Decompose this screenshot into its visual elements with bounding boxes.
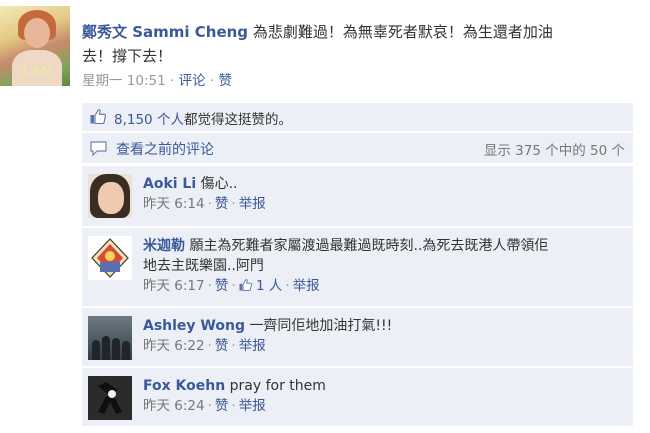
thumbs-up-icon — [90, 109, 106, 124]
comment-meta: 昨天 6:17 · 赞 · 1 人 · 举报 — [143, 276, 625, 296]
commenter-avatar[interactable] — [88, 376, 132, 420]
comment-like-link[interactable]: 赞 — [215, 196, 229, 212]
separator: · — [207, 398, 212, 414]
commenter-avatar[interactable] — [88, 236, 132, 280]
separator: · — [207, 196, 212, 212]
view-previous-comments-link[interactable]: 查看之前的评论 — [116, 139, 214, 159]
separator: · — [207, 338, 212, 354]
thumbs-up-icon — [239, 279, 252, 292]
separator: · — [231, 196, 236, 212]
comment-like-link[interactable]: 赞 — [215, 278, 229, 294]
post-text-line-2: 去！撐下去！ — [82, 47, 173, 65]
separator: · — [231, 338, 236, 354]
emblem-icon — [88, 236, 132, 280]
likes-summary: 8,150 个人都觉得这挺赞的。 — [82, 103, 633, 132]
comment-time[interactable]: 昨天 6:22 — [143, 338, 205, 354]
comment-report-link[interactable]: 举报 — [239, 338, 266, 354]
separator: · — [207, 278, 212, 294]
comment-item: Fox Koehn pray for them 昨天 6:24 · 赞 · 举报 — [82, 366, 633, 426]
comment-body: Aoki Li 傷心.. 昨天 6:14 · 赞 · 举报 — [143, 174, 625, 214]
post-meta: 星期一 10:51 · 评论 · 赞 — [82, 69, 232, 89]
commenter-name[interactable]: Aoki Li — [143, 176, 196, 192]
comment-like-link[interactable]: 赞 — [215, 338, 229, 354]
post-text-line-1: 鄭秀文 Sammi Cheng 為悲劇難過！為無辜死者默哀！為生還者加油 — [82, 20, 650, 44]
comment-meta: 昨天 6:22 · 赞 · 举报 — [143, 336, 625, 356]
avatar-face — [98, 182, 124, 214]
comment-link[interactable]: 评论 — [179, 73, 206, 89]
black-ribbon-icon — [88, 376, 132, 420]
comment-time[interactable]: 昨天 6:14 — [143, 196, 205, 212]
comment-text: 一齊同佢地加油打氣!!! — [249, 318, 393, 334]
post-time[interactable]: 星期一 10:51 — [82, 73, 166, 89]
comment-body: 米迦勒 願主為死難者家屬渡過最難過既時刻..為死去既港人帶領佢 地去主既樂園..… — [143, 236, 625, 296]
comment-bubble-icon — [90, 141, 107, 156]
comment-item: 米迦勒 願主為死難者家屬渡過最難過既時刻..為死去既港人帶領佢 地去主既樂園..… — [82, 226, 633, 306]
feedback-panel: 8,150 个人都觉得这挺赞的。 查看之前的评论 显示 375 个中的 50 个… — [82, 103, 633, 426]
poster-avatar[interactable]: LAM — [0, 6, 70, 86]
comment-report-link[interactable]: 举报 — [239, 398, 266, 414]
commenter-name[interactable]: 米迦勒 — [143, 238, 185, 254]
poster-name[interactable]: 鄭秀文 Sammi Cheng — [82, 23, 248, 41]
comment-report-link[interactable]: 举报 — [239, 196, 266, 212]
avatar-figure — [102, 336, 110, 360]
comment-text: 願主為死難者家屬渡過最難過既時刻..為死去既港人帶領佢 — [189, 238, 549, 254]
separator: · — [170, 73, 175, 89]
comment-time[interactable]: 昨天 6:24 — [143, 398, 205, 414]
avatar-face — [24, 18, 50, 48]
likes-text: 8,150 个人都觉得这挺赞的。 — [114, 108, 292, 128]
comment-time[interactable]: 昨天 6:17 — [143, 278, 205, 294]
view-previous-bar: 查看之前的评论 显示 375 个中的 50 个 — [82, 132, 633, 164]
separator: · — [231, 278, 236, 294]
comment-text-line-2: 地去主既樂園..阿門 — [143, 258, 264, 274]
separator: · — [209, 73, 215, 89]
comment-meta: 昨天 6:14 · 赞 · 举报 — [143, 194, 625, 214]
comment-text: pray for them — [229, 378, 326, 394]
separator: · — [285, 278, 290, 294]
commenter-name[interactable]: Fox Koehn — [143, 378, 225, 394]
avatar-figure — [122, 341, 130, 360]
avatar-figure — [92, 340, 100, 360]
comment-body: Ashley Wong 一齊同佢地加油打氣!!! 昨天 6:22 · 赞 · 举报 — [143, 316, 625, 356]
avatar-figure — [112, 338, 120, 360]
post-message-clipped: 油 — [537, 23, 553, 41]
commenter-name[interactable]: Ashley Wong — [143, 318, 245, 334]
comment-text: 傷心.. — [200, 176, 238, 192]
commenter-avatar[interactable] — [88, 316, 132, 360]
comment-count-info: 显示 375 个中的 50 个 — [483, 143, 625, 159]
post-message-part-1: 為悲劇難過！為無辜死者默哀！為生還者加 — [252, 23, 538, 41]
comment-like-link[interactable]: 赞 — [215, 398, 229, 414]
comment-report-link[interactable]: 举报 — [293, 278, 320, 294]
commenter-avatar[interactable] — [88, 174, 132, 218]
avatar-logo-text: LAM — [22, 64, 54, 78]
like-link[interactable]: 赞 — [218, 73, 232, 89]
likes-count-link[interactable]: 8,150 个人 — [114, 112, 184, 128]
comment-item: Aoki Li 傷心.. 昨天 6:14 · 赞 · 举报 — [82, 164, 633, 226]
comment-body: Fox Koehn pray for them 昨天 6:24 · 赞 · 举报 — [143, 376, 625, 416]
comment-likes-count[interactable]: 1 人 — [256, 278, 282, 294]
comment-item: Ashley Wong 一齊同佢地加油打氣!!! 昨天 6:22 · 赞 · 举报 — [82, 306, 633, 366]
likes-suffix: 都觉得这挺赞的。 — [183, 112, 292, 128]
comment-meta: 昨天 6:24 · 赞 · 举报 — [143, 396, 625, 416]
separator: · — [231, 398, 236, 414]
